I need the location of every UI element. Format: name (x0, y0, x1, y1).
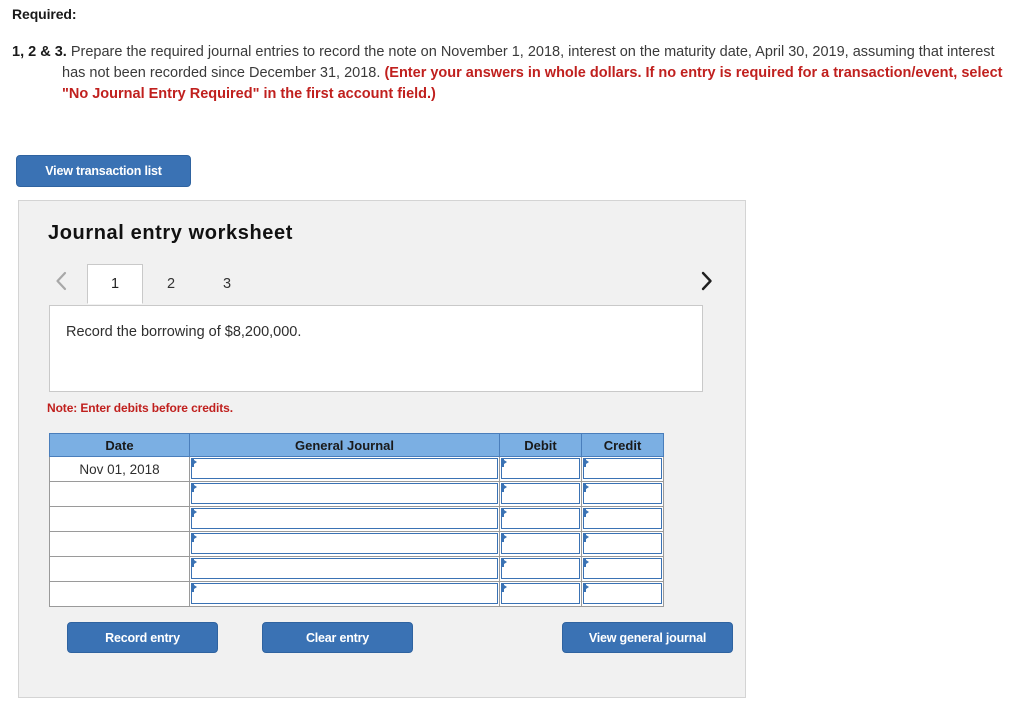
dropdown-caret-icon (583, 483, 589, 491)
dropdown-caret-icon (583, 558, 589, 566)
tab-2[interactable]: 2 (143, 264, 199, 304)
credit-input-cell[interactable] (581, 456, 664, 482)
dropdown-caret-icon (501, 558, 507, 566)
general-journal-input[interactable] (191, 483, 498, 504)
date-cell: Nov 01, 2018 (49, 456, 190, 482)
dropdown-caret-icon (501, 458, 507, 466)
dropdown-caret-icon (191, 558, 197, 566)
table-row (49, 581, 664, 607)
dropdown-caret-icon (501, 483, 507, 491)
question-statement: 1, 2 & 3. Prepare the required journal e… (12, 42, 1018, 105)
dropdown-caret-icon (191, 483, 197, 491)
required-block: Required: (12, 6, 1016, 22)
credit-input[interactable] (583, 558, 662, 579)
tab-1[interactable]: 1 (87, 264, 143, 304)
general-journal-input-cell[interactable] (189, 456, 500, 482)
worksheet-tabs: 1 2 3 (19, 258, 747, 304)
table-row (49, 556, 664, 582)
date-cell (49, 556, 190, 582)
table-row (49, 531, 664, 557)
date-cell (49, 531, 190, 557)
tab-3[interactable]: 3 (199, 264, 255, 304)
journal-entry-worksheet-panel: Journal entry worksheet 1 2 3 Record the… (18, 200, 746, 698)
credit-input-cell[interactable] (581, 506, 664, 532)
debit-input-cell[interactable] (499, 481, 582, 507)
column-header-debit: Debit (499, 433, 582, 457)
debit-input-cell[interactable] (499, 506, 582, 532)
credit-input-cell[interactable] (581, 481, 664, 507)
dropdown-caret-icon (583, 533, 589, 541)
credit-input[interactable] (583, 583, 662, 604)
dropdown-caret-icon (501, 583, 507, 591)
general-journal-input[interactable] (191, 508, 498, 529)
column-header-general-journal: General Journal (189, 433, 500, 457)
debit-input[interactable] (501, 458, 580, 479)
general-journal-input[interactable] (191, 583, 498, 604)
question-number: 1, 2 & 3. (12, 44, 67, 60)
debit-input[interactable] (501, 483, 580, 504)
credit-input[interactable] (583, 508, 662, 529)
column-header-date: Date (49, 433, 190, 457)
credit-input[interactable] (583, 483, 662, 504)
table-header-row: Date General Journal Debit Credit (49, 433, 664, 457)
dropdown-caret-icon (191, 458, 197, 466)
credit-input-cell[interactable] (581, 581, 664, 607)
debit-input[interactable] (501, 558, 580, 579)
dropdown-caret-icon (191, 508, 197, 516)
debit-input[interactable] (501, 533, 580, 554)
debit-input-cell[interactable] (499, 456, 582, 482)
debit-input-cell[interactable] (499, 581, 582, 607)
dropdown-caret-icon (501, 533, 507, 541)
required-label: Required: (12, 6, 77, 22)
general-journal-input-cell[interactable] (189, 581, 500, 607)
instruction-box: Record the borrowing of $8,200,000. (49, 305, 703, 392)
general-journal-input-cell[interactable] (189, 556, 500, 582)
general-journal-input-cell[interactable] (189, 506, 500, 532)
chevron-left-icon[interactable] (49, 266, 75, 296)
credit-input-cell[interactable] (581, 531, 664, 557)
record-entry-button[interactable]: Record entry (67, 622, 218, 653)
dropdown-caret-icon (583, 583, 589, 591)
date-cell (49, 506, 190, 532)
journal-entry-table: Date General Journal Debit Credit Nov 01… (49, 433, 664, 607)
table-row: Nov 01, 2018 (49, 456, 664, 482)
dropdown-caret-icon (501, 508, 507, 516)
credit-input[interactable] (583, 533, 662, 554)
general-journal-input-cell[interactable] (189, 531, 500, 557)
date-cell (49, 581, 190, 607)
general-journal-input[interactable] (191, 533, 498, 554)
dropdown-caret-icon (583, 508, 589, 516)
debit-input-cell[interactable] (499, 556, 582, 582)
general-journal-input[interactable] (191, 458, 498, 479)
debit-input[interactable] (501, 583, 580, 604)
dropdown-caret-icon (191, 533, 197, 541)
credit-input-cell[interactable] (581, 556, 664, 582)
date-cell (49, 481, 190, 507)
clear-entry-button[interactable]: Clear entry (262, 622, 413, 653)
dropdown-caret-icon (583, 458, 589, 466)
debit-input-cell[interactable] (499, 531, 582, 557)
credit-input[interactable] (583, 458, 662, 479)
view-transaction-list-button[interactable]: View transaction list (16, 155, 191, 187)
chevron-right-icon[interactable] (693, 266, 719, 296)
view-general-journal-button[interactable]: View general journal (562, 622, 733, 653)
general-journal-input-cell[interactable] (189, 481, 500, 507)
table-row (49, 506, 664, 532)
debit-input[interactable] (501, 508, 580, 529)
general-journal-input[interactable] (191, 558, 498, 579)
column-header-credit: Credit (581, 433, 664, 457)
worksheet-title: Journal entry worksheet (48, 222, 293, 244)
dropdown-caret-icon (191, 583, 197, 591)
table-row (49, 481, 664, 507)
debits-before-credits-note: Note: Enter debits before credits. (47, 401, 233, 415)
instruction-text: Record the borrowing of $8,200,000. (66, 324, 302, 340)
